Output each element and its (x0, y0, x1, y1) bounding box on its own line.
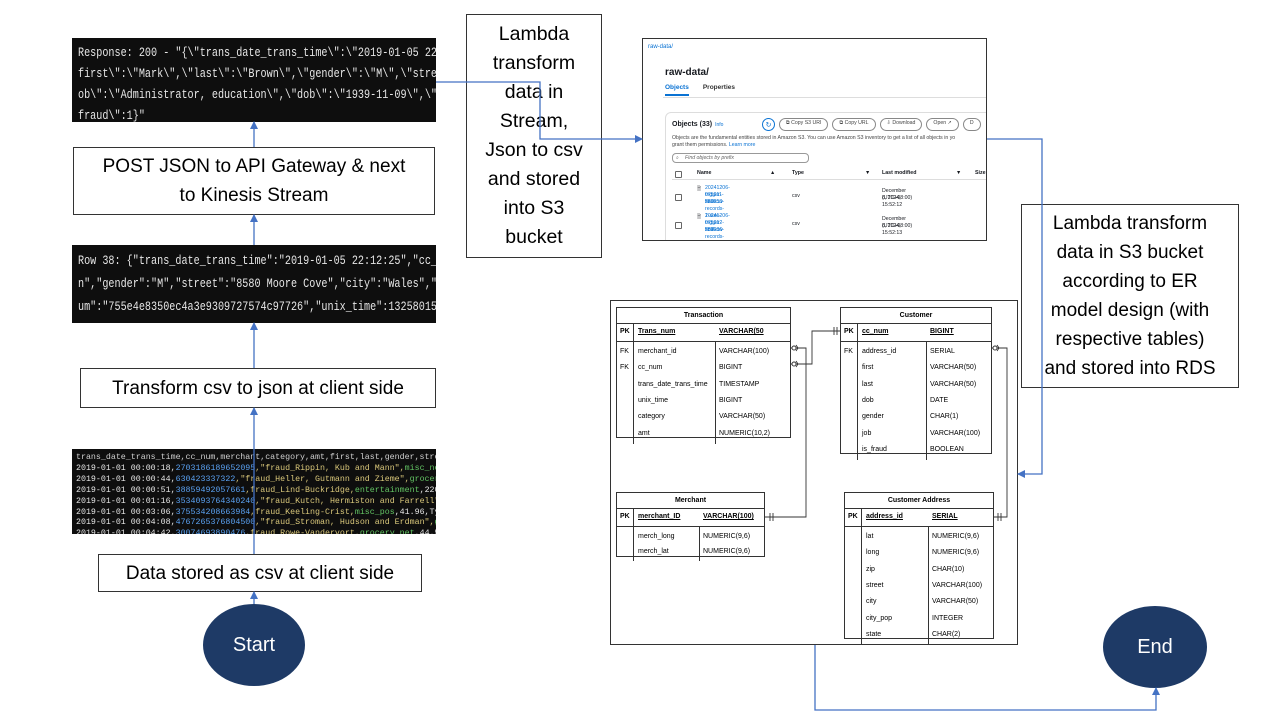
terminal-line: first\":\"Mark\",\"last\":\"Brown\",\"ge… (78, 66, 436, 81)
step-label: and stored into RDS (1044, 358, 1216, 379)
row-checkbox[interactable] (675, 222, 682, 229)
refresh-icon[interactable]: ↻ (762, 118, 775, 131)
open-button[interactable]: Open ↗ (926, 118, 959, 131)
s3-console-panel: raw-data/ raw-data/ Objects Properties O… (642, 38, 987, 241)
col-name[interactable]: Name (697, 170, 711, 176)
table-title: Customer Address (845, 493, 993, 509)
json-rows-terminal: Row 38: {"trans_date_trans_time":"2019-0… (72, 245, 436, 323)
csv-row: 2019-01-01 00:00:51,38859492057661,fraud… (76, 485, 436, 495)
tab-divider (663, 97, 986, 98)
s3-bucket-title: raw-data/ (665, 67, 709, 78)
row-checkbox[interactable] (675, 194, 682, 201)
csv-row: 2019-01-01 00:01:16,3534093764340240,"fr… (76, 496, 436, 506)
step-label: transform (492, 52, 576, 74)
step-label: according to ER (1062, 271, 1198, 292)
primary-key-row: PK address_id SERIAL (845, 509, 993, 527)
transaction-table: Transaction PK Trans_num VARCHAR(50 FK mercha… (616, 307, 791, 444)
terminal-line: Response: 200 - "{\"trans_date_trans_tim… (78, 45, 436, 60)
terminal-line: Row 38: {"trans_date_trans_time":"2019-0… (78, 253, 436, 268)
csv-row: 2019-01-01 00:03:06,375534208663984,frau… (76, 507, 436, 517)
primary-key-row: PK Trans_num VARCHAR(50 (617, 324, 790, 342)
objects-panel: Objects (33) Info ↻ ⧉ Copy S3 URI ⧉ Copy … (665, 112, 986, 240)
tab-properties[interactable]: Properties (703, 84, 735, 96)
primary-key-row: PK cc_num BIGINT (841, 324, 991, 342)
table-title: Transaction (617, 308, 790, 324)
api-response-terminal: Response: 200 - "{\"trans_date_trans_tim… (72, 38, 436, 122)
file-icon: 🗎 (697, 186, 702, 192)
sort-down-icon[interactable]: ▼ (956, 170, 961, 176)
customer-address-table: Customer Address PK address_id SERIAL lat NUM… (844, 492, 994, 646)
csv-row: 2019-01-01 00:00:44,630423337322,"fraud_… (76, 474, 436, 484)
object-search-input[interactable]: ⌕ Find objects by prefix (672, 153, 809, 163)
terminal-line: n","gender":"M","street":"8580 Moore Cov… (78, 276, 436, 291)
objects-count: Objects (33) (672, 121, 713, 128)
start-node: Start (203, 604, 305, 686)
transform-csv-step: Transform csv to json at client side (80, 368, 436, 408)
start-label: Start (232, 633, 276, 656)
primary-key-row: PK merchant_ID VARCHAR(100) (617, 509, 764, 527)
data-csv-step: Data stored as csv at client side (98, 554, 422, 592)
sort-up-icon[interactable]: ▲ (770, 170, 775, 176)
csv-row: 2019-01-01 00:00:18,2703186189652095,"fr… (76, 463, 436, 473)
customer-table: Customer PK cc_num BIGINT FK address_id SERIAL… (840, 307, 992, 461)
copy-url-button[interactable]: ⧉ Copy URL (832, 118, 876, 131)
post-json-step: POST JSON to API Gateway & next to Kines… (73, 147, 435, 215)
object-actions: ↻ ⧉ Copy S3 URI ⧉ Copy URL ⇩ Download Op… (762, 118, 981, 131)
step-label: Lambda transform (1052, 213, 1208, 234)
objects-table-header: Name ▲ Type ▼ Last modified ▼ Size (672, 170, 986, 180)
object-type: csv (792, 193, 800, 199)
file-icon: 🗎 (697, 214, 702, 220)
terminal-line: ob\":\"Administrator, education\",\"dob\… (78, 87, 436, 102)
step-label: respective tables) (1055, 329, 1205, 350)
lambda-stream-step: Lambda transform data in Stream, Json to… (466, 14, 602, 258)
csv-header: trans_date_trans_time,cc_num,merchant,ca… (76, 453, 436, 462)
copy-s3-uri-button[interactable]: ⧉ Copy S3 URI (779, 118, 829, 131)
object-row[interactable]: 🗎 20241206-075212-207986- trigger-final-r… (672, 213, 986, 240)
step-label: Data stored as csv at client side (125, 562, 395, 584)
csv-terminal: trans_date_trans_time,cc_num,merchant,ca… (72, 449, 436, 534)
table-title: Customer (841, 308, 991, 324)
s3-tabs: Objects Properties (665, 84, 735, 96)
step-label: and stored (487, 168, 581, 190)
s3-breadcrumb[interactable]: raw-data/ (648, 44, 673, 50)
csv-row: 2019-01-01 00:04:42,30074693890476,fraud… (76, 529, 436, 534)
csv-rows: 2019-01-01 00:00:18,2703186189652095,"fr… (76, 463, 436, 534)
col-type[interactable]: Type (792, 170, 804, 176)
terminal-line: fraud\":1}" (78, 108, 145, 122)
object-type: csv (792, 221, 800, 227)
step-label: data in (504, 81, 564, 103)
step-label: model design (with (1050, 300, 1210, 321)
objects-heading: Objects (33) Info (672, 121, 723, 128)
tab-objects[interactable]: Objects (665, 84, 689, 96)
step-label: into S3 (503, 197, 565, 219)
search-icon: ⌕ (676, 155, 679, 161)
object-row[interactable]: 🗎 20241206-075211-220853- trigger-final-r… (672, 185, 986, 219)
learn-more-link[interactable]: Learn more (729, 142, 756, 148)
step-label: bucket (505, 226, 563, 248)
step-label: Stream, (499, 110, 569, 132)
step-label: Lambda (498, 23, 570, 45)
end-label: End (1137, 635, 1173, 658)
col-last-modified[interactable]: Last modified (882, 170, 916, 176)
table-title: Merchant (617, 493, 764, 509)
lambda-rds-step: Lambda transform data in S3 bucket accor… (1021, 204, 1239, 388)
step-label: Json to csv (485, 139, 583, 161)
select-all-checkbox[interactable] (675, 171, 682, 178)
step-label: POST JSON to API Gateway & next (102, 156, 406, 177)
merchant-table: Merchant PK merchant_ID VARCHAR(100) merch_l… (616, 492, 765, 561)
terminal-line: um":"755e4e8350ec4a3e9309727574c97726","… (78, 299, 436, 314)
sort-down-icon[interactable]: ▼ (865, 170, 870, 176)
delete-button[interactable]: D (962, 118, 981, 131)
download-button[interactable]: ⇩ Download (879, 118, 923, 131)
csv-row: 2019-01-01 00:04:08,4767265376804500,"fr… (76, 518, 436, 528)
objects-description: Objects are the fundamental entities sto… (672, 135, 956, 148)
info-link[interactable]: Info (715, 122, 723, 128)
col-size[interactable]: Size (975, 170, 986, 176)
step-label: to Kinesis Stream (179, 185, 329, 206)
step-label: data in S3 bucket (1056, 242, 1204, 263)
step-label: Transform csv to json at client side (112, 377, 404, 399)
end-node: End (1103, 606, 1207, 688)
